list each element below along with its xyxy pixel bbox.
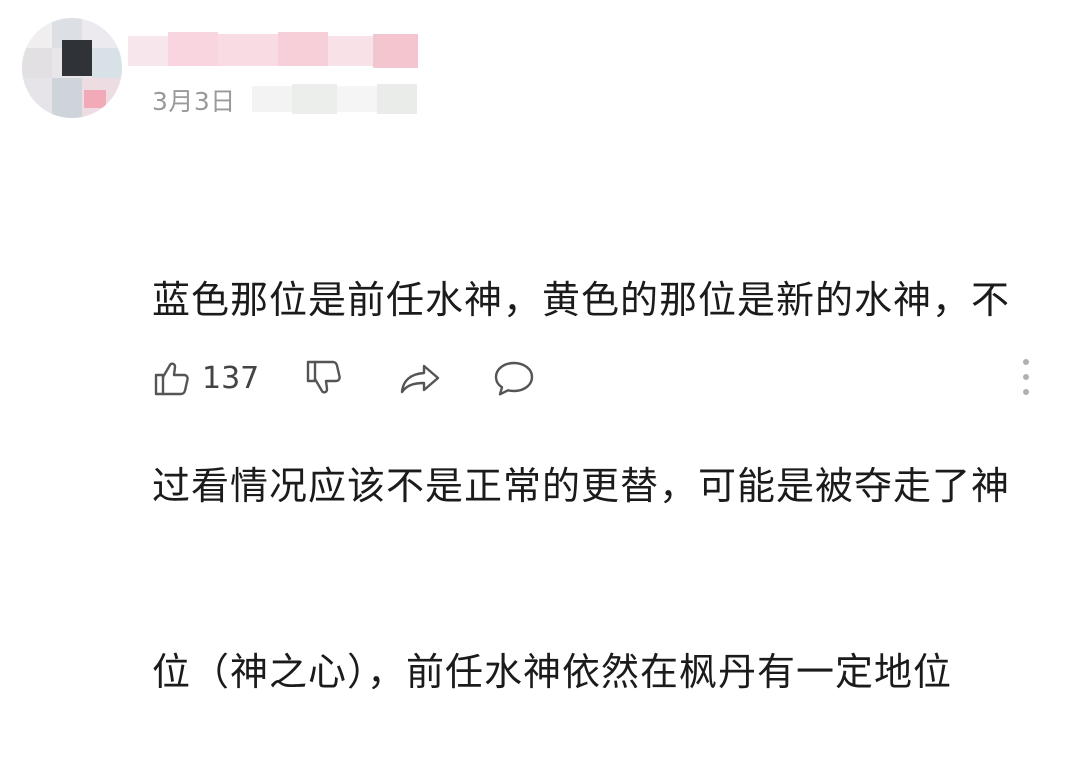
comment-date: 3月3日 — [152, 87, 236, 116]
comment-line: 位（神之心），前任水神依然在枫丹有一定地位 — [152, 650, 953, 694]
more-vertical-icon[interactable] — [1018, 357, 1034, 397]
comment-meta: 3月3日 — [152, 82, 417, 118]
like-count: 137 — [202, 360, 260, 396]
location-obscured — [252, 82, 442, 116]
share-arrow-icon — [398, 358, 442, 398]
reply-button[interactable] — [492, 352, 536, 404]
comment-text: 蓝色那位是前任水神，黄色的那位是新的水神，不 过看情况应该不是正常的更替，可能是… — [152, 145, 1032, 765]
like-button[interactable]: 137 — [152, 352, 259, 404]
username-obscured[interactable] — [128, 30, 418, 70]
comment-bubble-icon — [492, 358, 536, 398]
thumbs-down-icon — [304, 358, 344, 398]
dislike-button[interactable] — [304, 352, 344, 404]
share-button[interactable] — [398, 352, 442, 404]
comment-actions: 137 — [152, 352, 1032, 404]
avatar[interactable] — [22, 18, 122, 118]
thumbs-up-icon — [152, 358, 192, 398]
comment-line: 过看情况应该不是正常的更替，可能是被夺走了神 — [152, 464, 1011, 508]
comment-line: 蓝色那位是前任水神，黄色的那位是新的水神，不 — [152, 278, 1011, 322]
